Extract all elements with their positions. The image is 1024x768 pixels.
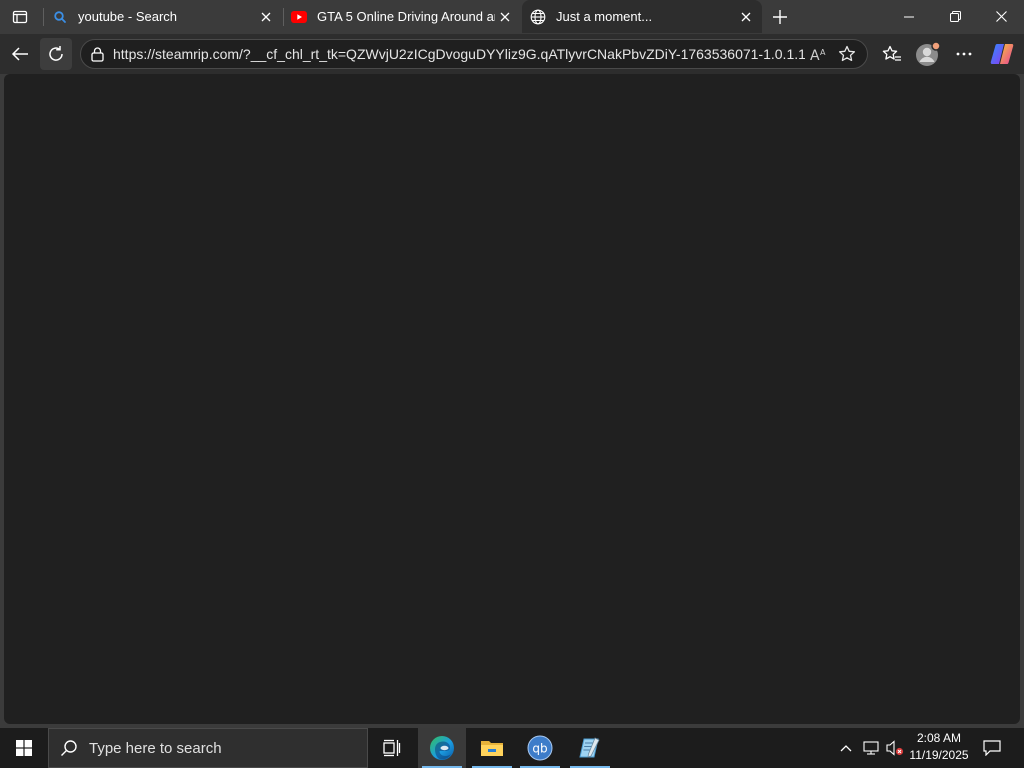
- svg-text:qb: qb: [532, 742, 547, 756]
- tab-actions-icon: [12, 10, 28, 24]
- notifications-button[interactable]: [978, 728, 1006, 768]
- close-window-button[interactable]: [978, 0, 1024, 33]
- address-bar[interactable]: https://steamrip.com/?__cf_chl_rt_tk=QZW…: [80, 39, 868, 69]
- tab-just-a-moment[interactable]: Just a moment...: [522, 0, 762, 33]
- youtube-icon: [291, 9, 307, 25]
- search-icon: [49, 728, 89, 768]
- favorites-icon: [882, 45, 901, 61]
- clock-time: 2:08 AM: [916, 731, 962, 745]
- restore-button[interactable]: [932, 0, 978, 33]
- close-icon: [995, 11, 1007, 22]
- tab-actions-button[interactable]: [6, 4, 34, 30]
- close-tab-button[interactable]: [256, 7, 276, 27]
- minimize-icon: [904, 16, 914, 17]
- tab-youtube-search[interactable]: youtube - Search: [44, 0, 282, 33]
- copilot-button[interactable]: [986, 38, 1018, 70]
- url-text[interactable]: https://steamrip.com/?__cf_chl_rt_tk=QZW…: [113, 46, 805, 62]
- tab-strip: youtube - Search GTA 5 Online Driving Ar…: [0, 0, 1024, 34]
- copilot-icon: [990, 44, 1014, 64]
- notepad-icon: [579, 737, 600, 758]
- clock[interactable]: 2:08 AM 11/19/2025: [904, 730, 974, 764]
- star-icon: [838, 45, 856, 62]
- taskbar-search-box[interactable]: Type here to search: [48, 728, 368, 768]
- qbittorrent-icon: qb: [527, 735, 553, 761]
- settings-more-button[interactable]: [948, 38, 980, 70]
- browser-toolbar: https://steamrip.com/?__cf_chl_rt_tk=QZW…: [0, 34, 1024, 74]
- start-button[interactable]: [0, 728, 48, 768]
- tab-gta-video[interactable]: GTA 5 Online Driving Around and: [283, 0, 521, 33]
- close-icon: [741, 12, 751, 21]
- read-aloud-button[interactable]: A A: [805, 41, 833, 67]
- network-icon: [863, 741, 879, 755]
- back-button[interactable]: [4, 38, 36, 70]
- globe-icon: [530, 9, 546, 25]
- tab-title: Just a moment...: [556, 9, 653, 24]
- taskbar-qbittorrent[interactable]: qb: [516, 728, 564, 768]
- refresh-icon: [49, 46, 63, 61]
- favorite-star-button[interactable]: [833, 41, 861, 67]
- file-explorer-icon: [481, 741, 503, 756]
- show-hidden-icons-button[interactable]: [836, 728, 856, 768]
- close-tab-button[interactable]: [736, 7, 756, 27]
- taskbar-notepad[interactable]: [566, 728, 614, 768]
- network-tray-button[interactable]: [860, 728, 882, 768]
- svg-text:A: A: [810, 48, 820, 62]
- taskbar: Type here to search qb 2:08 AM 11/19/202…: [0, 728, 1024, 768]
- lock-icon[interactable]: [89, 46, 105, 62]
- minimize-button[interactable]: [886, 0, 932, 33]
- restore-icon: [949, 11, 961, 22]
- page-content: [4, 74, 1020, 724]
- tab-title: GTA 5 Online Driving Around and: [317, 9, 495, 24]
- edge-icon: [430, 736, 454, 760]
- clock-date: 11/19/2025: [909, 748, 969, 762]
- avatar-icon: [916, 41, 941, 66]
- close-icon: [500, 12, 510, 21]
- task-view-icon: [383, 739, 401, 757]
- search-placeholder: Type here to search: [89, 739, 222, 757]
- notification-icon: [983, 740, 1001, 756]
- close-tab-button[interactable]: [495, 7, 515, 27]
- new-tab-button[interactable]: [766, 4, 794, 30]
- favorites-button[interactable]: [876, 38, 908, 70]
- back-arrow-icon: [11, 47, 28, 61]
- volume-muted-icon: [886, 740, 904, 756]
- read-aloud-icon: A A: [810, 48, 826, 62]
- volume-tray-button[interactable]: [884, 728, 906, 768]
- search-icon: [52, 9, 68, 25]
- refresh-button[interactable]: [40, 38, 72, 70]
- taskbar-file-explorer[interactable]: [468, 728, 516, 768]
- svg-text:A: A: [820, 48, 826, 57]
- profile-button[interactable]: [912, 38, 944, 70]
- tab-title: youtube - Search: [78, 9, 178, 24]
- chevron-up-icon: [840, 745, 852, 752]
- close-icon: [261, 12, 271, 21]
- windows-logo-icon: [16, 740, 32, 756]
- plus-icon: [773, 10, 787, 24]
- task-view-button[interactable]: [368, 728, 416, 768]
- taskbar-edge[interactable]: [418, 728, 466, 768]
- more-horizontal-icon: [956, 52, 972, 56]
